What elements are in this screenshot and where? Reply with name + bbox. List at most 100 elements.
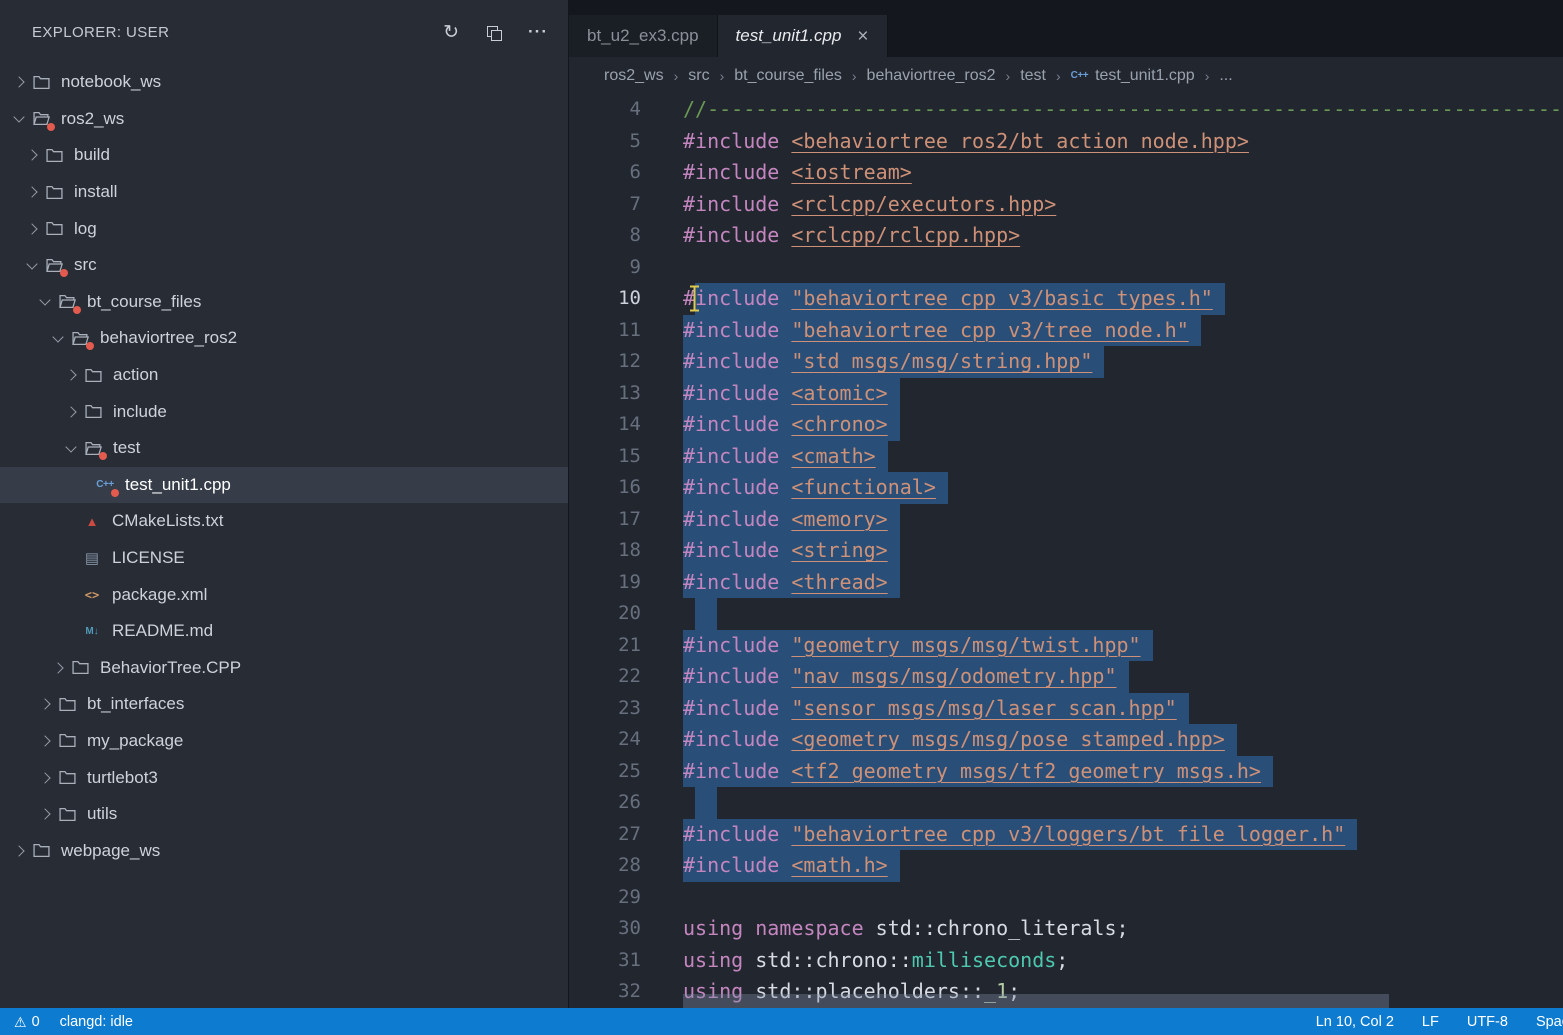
code-line-content: using namespace std::chrono_literals;	[683, 913, 1129, 945]
line-number[interactable]: 18	[569, 535, 641, 567]
horizontal-scrollbar[interactable]	[683, 994, 1389, 1008]
tree-item-label: utils	[87, 804, 117, 824]
chevron-right-icon[interactable]	[65, 406, 76, 417]
line-number[interactable]: 14	[569, 409, 641, 441]
tree-item-webpage-ws[interactable]: webpage_ws	[0, 832, 568, 869]
line-number[interactable]: 8	[569, 220, 641, 252]
tree-item-bt-interfaces[interactable]: bt_interfaces	[0, 686, 568, 723]
chevron-down-icon[interactable]	[26, 258, 37, 269]
tree-item-behaviortree-ros2[interactable]: behaviortree_ros2	[0, 320, 568, 357]
line-number[interactable]: 25	[569, 756, 641, 788]
line-number[interactable]: 27	[569, 819, 641, 851]
breadcrumb-item-src[interactable]: src	[688, 67, 709, 85]
tree-item-my-package[interactable]: my_package	[0, 723, 568, 760]
chevron-right-icon[interactable]	[26, 150, 37, 161]
code-line-content: #include <atomic>	[683, 378, 888, 410]
line-number[interactable]: 29	[569, 882, 641, 914]
indentation-indicator[interactable]: Spac	[1536, 1014, 1563, 1030]
tree-item-src[interactable]: src	[0, 247, 568, 284]
line-number[interactable]: 15	[569, 441, 641, 473]
line-number[interactable]: 32	[569, 976, 641, 1008]
tree-item-install[interactable]: install	[0, 174, 568, 211]
tree-item-include[interactable]: include	[0, 393, 568, 430]
tree-item-test[interactable]: test	[0, 430, 568, 467]
tree-item-test-unit1-cpp[interactable]: C++test_unit1.cpp	[0, 467, 568, 504]
encoding-indicator[interactable]: UTF-8	[1467, 1014, 1508, 1030]
clangd-status[interactable]: clangd: idle	[60, 1014, 133, 1030]
breadcrumb-item-test-unit1-cpp[interactable]: test_unit1.cpp	[1095, 67, 1195, 85]
line-number[interactable]: 26	[569, 787, 641, 819]
chevron-down-icon[interactable]	[65, 441, 76, 452]
line-number[interactable]: 21	[569, 630, 641, 662]
chevron-right-icon[interactable]	[65, 369, 76, 380]
more-actions-icon[interactable]: ···	[528, 22, 548, 42]
tree-item-readme-md[interactable]: M↓README.md	[0, 613, 568, 650]
tree-item-label: test_unit1.cpp	[125, 475, 231, 495]
tree-item-utils[interactable]: utils	[0, 796, 568, 833]
tree-item-label: install	[74, 182, 117, 202]
line-number[interactable]: 22	[569, 661, 641, 693]
tree-item-package-xml[interactable]: <>package.xml	[0, 576, 568, 613]
breadcrumb-item-ros2-ws[interactable]: ros2_ws	[604, 67, 664, 85]
chevron-down-icon[interactable]	[52, 331, 63, 342]
breadcrumb-item-test[interactable]: test	[1020, 67, 1046, 85]
code-line-15: 15#include <cmath>	[569, 441, 1563, 473]
folder-icon	[44, 183, 64, 201]
chevron-down-icon[interactable]	[39, 295, 50, 306]
line-number[interactable]: 23	[569, 693, 641, 725]
tree-item-build[interactable]: build	[0, 137, 568, 174]
line-number[interactable]: 13	[569, 378, 641, 410]
tree-item-license[interactable]: ▤LICENSE	[0, 540, 568, 577]
chevron-down-icon[interactable]	[13, 112, 24, 123]
problems-indicator[interactable]: ⚠ 0	[14, 1014, 40, 1030]
line-number[interactable]: 30	[569, 913, 641, 945]
breadcrumb-item-bt-course-files[interactable]: bt_course_files	[734, 67, 842, 85]
collapse-folders-icon[interactable]	[485, 24, 502, 41]
line-number[interactable]: 24	[569, 724, 641, 756]
line-number[interactable]: 4	[569, 94, 641, 126]
chevron-right-icon[interactable]	[39, 809, 50, 820]
code-editor[interactable]: 4//-------------------------------------…	[569, 94, 1563, 1008]
selection-highlight	[695, 598, 717, 630]
chevron-right-icon[interactable]	[13, 77, 24, 88]
line-number[interactable]: 20	[569, 598, 641, 630]
breadcrumb-item-[interactable]: ...	[1219, 67, 1232, 85]
tree-item-bt-course-files[interactable]: bt_course_files	[0, 284, 568, 321]
line-number[interactable]: 5	[569, 126, 641, 158]
line-number[interactable]: 19	[569, 567, 641, 599]
chevron-right-icon[interactable]	[26, 223, 37, 234]
tree-item-action[interactable]: action	[0, 357, 568, 394]
chevron-right-icon[interactable]	[26, 186, 37, 197]
tab-test-unit1-cpp[interactable]: test_unit1.cpp×	[718, 15, 888, 57]
chevron-right-icon[interactable]	[39, 699, 50, 710]
line-number[interactable]: 12	[569, 346, 641, 378]
tree-item-log[interactable]: log	[0, 210, 568, 247]
chevron-right-icon[interactable]	[39, 772, 50, 783]
tree-item-behaviortree-cpp[interactable]: BehaviorTree.CPP	[0, 650, 568, 687]
breadcrumb-item-behaviortree-ros2[interactable]: behaviortree_ros2	[867, 67, 996, 85]
close-icon[interactable]: ×	[857, 27, 868, 46]
chevron-right-icon[interactable]	[52, 662, 63, 673]
line-number[interactable]: 9	[569, 252, 641, 284]
line-number[interactable]: 17	[569, 504, 641, 536]
tab-bt-u2-ex3-cpp[interactable]: bt_u2_ex3.cpp	[569, 15, 718, 57]
line-number[interactable]: 7	[569, 189, 641, 221]
line-number[interactable]: 28	[569, 850, 641, 882]
chevron-right-icon[interactable]	[13, 845, 24, 856]
code-line-content: #include <behaviortree_ros2/bt_action_no…	[683, 126, 1249, 158]
tree-item-notebook-ws[interactable]: notebook_ws	[0, 64, 568, 101]
eol-indicator[interactable]: LF	[1422, 1014, 1439, 1030]
line-number[interactable]: 11	[569, 315, 641, 347]
cursor-position[interactable]: Ln 10, Col 2	[1316, 1014, 1394, 1030]
folder-icon	[31, 842, 51, 860]
chevron-right-icon[interactable]	[39, 735, 50, 746]
tree-item-ros2-ws[interactable]: ros2_ws	[0, 101, 568, 138]
refresh-icon[interactable]: ↻	[443, 23, 459, 42]
line-number[interactable]: 31	[569, 945, 641, 977]
license-file-icon: ▤	[82, 549, 102, 567]
tree-item-turtlebot3[interactable]: turtlebot3	[0, 759, 568, 796]
line-number[interactable]: 16	[569, 472, 641, 504]
tree-item-cmakelists-txt[interactable]: ▲CMakeLists.txt	[0, 503, 568, 540]
line-number[interactable]: 10	[569, 283, 641, 315]
line-number[interactable]: 6	[569, 157, 641, 189]
